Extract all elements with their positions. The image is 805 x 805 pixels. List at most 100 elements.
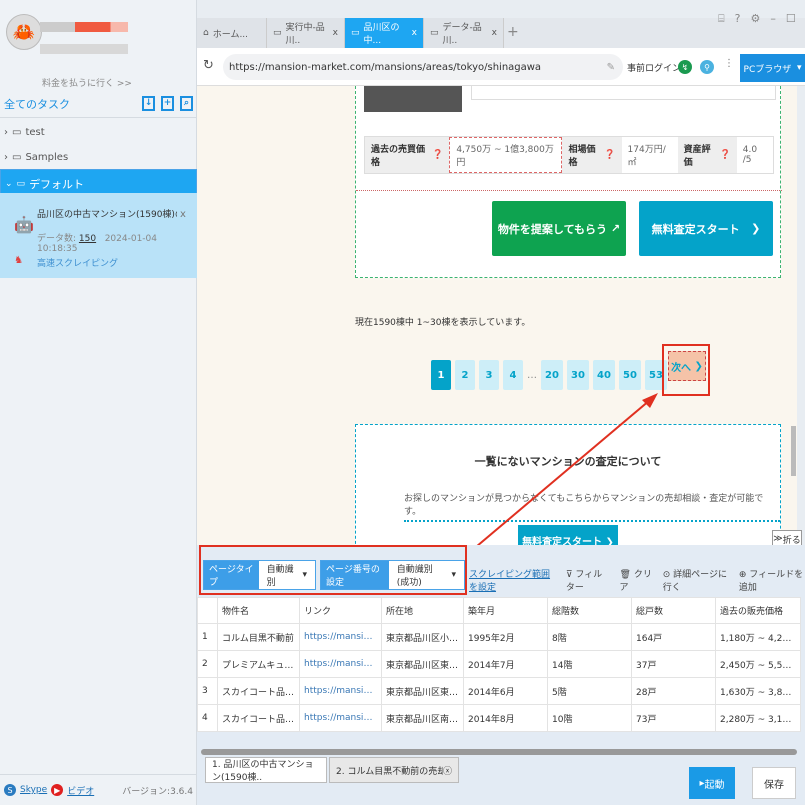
maximize-button[interactable]: ☐ [786,12,796,26]
dropdown-icon: ▾ [451,570,456,580]
table-cell: 8階 [547,623,632,651]
table-cell: 東京都品川区東五反田3... [381,650,464,678]
close-icon[interactable]: ⓧ [443,764,452,777]
bottom-tab-1[interactable]: 1. 品川区の中古マンション(1590棟.. [205,757,327,783]
table-row[interactable]: 3スカイコート品川東大井https://mansion-market...東京都… [197,677,801,705]
table-header: 物件名 リンク 所在地 築年月 総階数 総戸数 過去の販売価格 [197,597,801,624]
bottom-tab-2[interactable]: 2. コルム目黒不動前の売却･賃貸･...ⓧ [329,757,459,783]
address-bar: ↻ https://mansion-market.com/mansions/ar… [197,48,805,86]
column-header[interactable]: 過去の販売価格 [715,597,801,624]
folder-test[interactable]: › ▭ test [0,120,197,144]
next-highlight: 次へ ❯ [662,344,710,396]
minimize-button[interactable]: – [770,12,776,26]
web-content: 過去の売買価格 ❓ 4,750万 ~ 1億3,800万円 相場価格 ❓ 174万… [197,86,797,545]
page-number-select[interactable]: ページ番号の設定 自動識別(成功) ▾ [320,560,465,590]
showing-text: 現在1590棟中 1~30棟を表示しています。 [355,318,531,328]
close-icon[interactable]: x [180,209,186,220]
web-scrollbar[interactable] [791,426,796,476]
page-30[interactable]: 30 [567,360,589,390]
table-cell: https://mansion-market... [299,650,382,678]
help-icon[interactable]: ? [735,12,741,26]
add-field-button[interactable]: ⊕ フィールドを追加 [739,567,805,593]
assess-button[interactable]: 無料査定スタート ❯ [639,201,773,256]
tab-home[interactable]: ⌂ ホーム... [197,18,267,48]
mode-icon: ♞ [14,255,23,266]
url-input[interactable]: https://mansion-market.com/mansions/area… [223,54,623,80]
panel-toolbar: スクレイピング範囲を設定 ⊽ フィルター 🗑 クリア ⊙ 詳細ページに行く ⊕ … [469,567,805,593]
pre-login-button[interactable]: 事前ログイン [627,61,681,74]
plugin-blue-icon[interactable]: ⚲ [700,60,714,74]
import-icon[interactable]: ↓ [142,96,155,111]
table-cell: スカイコート品川パー... [217,704,300,732]
reload-icon[interactable]: ↻ [203,58,214,73]
scrape-range-link[interactable]: スクレイピング範囲を設定 [469,567,556,593]
table-cell: 73戸 [631,704,716,732]
column-header[interactable]: 所在地 [381,597,464,624]
task-item[interactable]: 🤖 品川区の中古マンション(1590棟)の購入・... x データ数: 150 … [0,193,197,278]
tab-label: 実行中-品川.. [285,23,325,46]
video-link[interactable]: ビデオ [67,784,94,797]
table-cell: スカイコート品川東大井 [217,677,300,705]
next-page-button[interactable]: 次へ ❯ [668,351,706,381]
table-row[interactable]: 4スカイコート品川パー...https://mansion-market...東… [197,704,801,732]
browser-mode-dropdown[interactable]: PCブラウザ ▾ [740,54,805,82]
pay-link[interactable]: 料金を払うに行く >> [42,76,132,89]
table-row[interactable]: 1コルム目黒不動前https://mansion-market...東京都品川区… [197,623,801,651]
folder-samples[interactable]: › ▭ Samples [0,145,197,169]
data-count[interactable]: 150 [79,234,96,244]
plugin-green-icon[interactable]: ↯ [678,60,692,74]
table-cell: プレミアムキューブ品... [217,650,300,678]
save-button[interactable]: 保存 [752,767,796,799]
gift-icon[interactable]: ⌸ [718,12,725,26]
new-tab-button[interactable]: + [507,24,519,40]
column-header[interactable]: 物件名 [217,597,300,624]
table-cell: https://mansion-market... [299,623,382,651]
start-button[interactable]: ▸ 起動 [689,767,735,799]
tab-running[interactable]: ▭ 実行中-品川.. x [267,18,345,48]
column-header[interactable]: 総階数 [547,597,632,624]
detail-page-button[interactable]: ⊙ 詳細ページに行く [663,567,729,593]
tab-label: ホーム... [212,29,249,40]
clear-button[interactable]: 🗑 クリア [620,567,653,593]
gear-icon[interactable]: ⚙ [750,12,760,26]
tab-data[interactable]: ▭ データ-品川.. x [424,18,504,48]
skype-link[interactable]: Skype [20,785,47,795]
page-2[interactable]: 2 [455,360,475,390]
filter-button[interactable]: ⊽ フィルター [566,567,610,593]
column-header[interactable]: リンク [299,597,382,624]
folder-icon: ▭ [16,179,26,189]
count-label: データ数: [37,234,77,244]
search-task-icon[interactable]: ⌕ [180,96,193,111]
page-1[interactable]: 1 [431,360,451,390]
column-header[interactable]: 築年月 [463,597,548,624]
ellipsis: … [527,369,537,381]
all-tasks-label[interactable]: 全てのタスク [4,96,70,112]
more-icon[interactable]: ⋮ [724,58,734,69]
new-task-icon[interactable]: + [161,96,174,111]
column-header[interactable]: 総戸数 [631,597,716,624]
horizontal-scrollbar[interactable] [201,749,797,755]
tab-shinagawa[interactable]: ▭ 品川区の中... x [345,18,424,48]
page-40[interactable]: 40 [593,360,615,390]
edit-icon[interactable]: ✎ [607,62,615,73]
propose-button[interactable]: 物件を提案してもらう ↗ [492,201,626,256]
table-row[interactable]: 2プレミアムキューブ品...https://mansion-market...東… [197,650,801,678]
page-type-select[interactable]: ページタイプ 自動識別 ▾ [203,560,316,590]
avatar: 🦀 [6,14,42,50]
close-icon[interactable]: x [333,28,338,38]
page-20[interactable]: 20 [541,360,563,390]
page-number-value: 自動識別(成功) [396,565,433,588]
extraction-panel: ページタイプ 自動識別 ▾ ページ番号の設定 自動識別(成功) ▾ スクレイピング範囲を… [197,545,805,805]
page-3[interactable]: 3 [479,360,499,390]
box-assess-button[interactable]: 無料査定スタート ❯ [518,525,618,545]
column-header[interactable] [197,597,218,624]
close-icon[interactable]: x [412,28,417,38]
table-cell: 東京都品川区東大井2丁... [381,677,464,705]
table-cell: 2014年7月 [463,650,548,678]
video-icon: ▶ [51,784,64,796]
page-50[interactable]: 50 [619,360,641,390]
close-icon[interactable]: x [492,28,497,38]
page-4[interactable]: 4 [503,360,523,390]
price-row: 過去の売買価格 ❓ 4,750万 ~ 1億3,800万円 相場価格 ❓ 174万… [364,136,774,174]
skype-icon: S [4,784,16,796]
